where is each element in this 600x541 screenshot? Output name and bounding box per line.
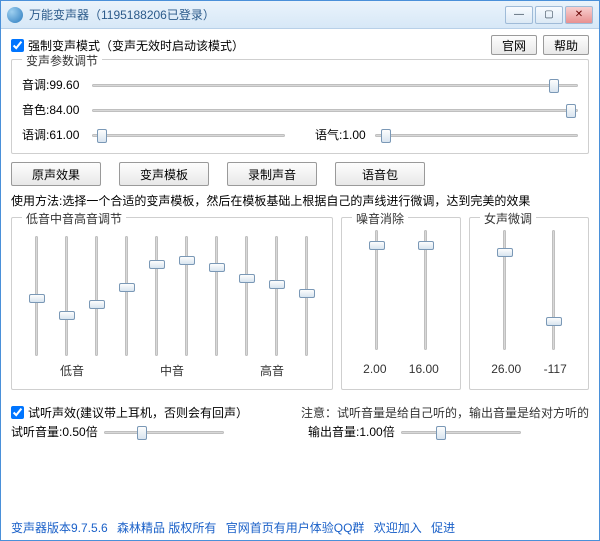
eq-group: 低音中音高音调节 低音 中音 高音 xyxy=(11,217,333,390)
close-button[interactable]: ✕ xyxy=(565,6,593,24)
eq-slider-10[interactable] xyxy=(295,236,319,356)
noise-title: 噪音消除 xyxy=(352,210,408,227)
action-buttons: 原声效果 变声模板 录制声音 语音包 xyxy=(11,162,589,186)
titlebar[interactable]: 万能变声器（1195188206已登录） — ▢ ✕ xyxy=(1,1,599,29)
footer-version[interactable]: 变声器版本9.7.5.6 xyxy=(11,521,108,535)
footer-join[interactable]: 欢迎加入 xyxy=(374,521,422,535)
tone-label: 语调:61.00 xyxy=(22,126,92,143)
eq-sliders xyxy=(22,226,322,356)
eq-slider-8[interactable] xyxy=(235,236,259,356)
pitch-slider[interactable] xyxy=(92,77,578,93)
output-vol-slider[interactable] xyxy=(401,424,521,440)
noise-val-2: 16.00 xyxy=(409,362,439,376)
minimize-button[interactable]: — xyxy=(505,6,533,24)
female-val-1: 26.00 xyxy=(491,362,521,376)
voicepack-button[interactable]: 语音包 xyxy=(335,162,425,186)
footer-copyright[interactable]: 森林精品 版权所有 xyxy=(117,521,216,535)
force-mode-checkbox[interactable] xyxy=(11,39,24,52)
eq-low-label: 低音 xyxy=(22,362,122,379)
app-icon xyxy=(7,7,23,23)
listen-checkbox[interactable] xyxy=(11,406,24,419)
eq-title: 低音中音高音调节 xyxy=(22,210,126,227)
template-button[interactable]: 变声模板 xyxy=(119,162,209,186)
volume-note: 注意：试听音量是给自己听的，输出音量是给对方听的 xyxy=(301,404,589,421)
eq-slider-3[interactable] xyxy=(85,236,109,356)
noise-slider-1[interactable] xyxy=(365,230,389,350)
mood-label: 语气:1.00 xyxy=(315,126,375,143)
usage-text: 使用方法:选择一个合适的变声模板，然后在模板基础上根据自己的声线进行微调，达到完… xyxy=(11,192,589,209)
listen-checkbox-label: 试听声效(建议带上耳机，否则会有回声） xyxy=(28,404,248,421)
noise-group: 噪音消除 2.00 16.00 xyxy=(341,217,461,390)
eq-slider-4[interactable] xyxy=(115,236,139,356)
footer-links[interactable]: 变声器版本9.7.5.6 森林精品 版权所有 官网首页有用户体验QQ群 欢迎加入… xyxy=(11,519,589,536)
female-slider-1[interactable] xyxy=(493,230,517,350)
female-slider-2[interactable] xyxy=(542,230,566,350)
maximize-button[interactable]: ▢ xyxy=(535,6,563,24)
female-title: 女声微调 xyxy=(480,210,536,227)
pitch-label: 音调:99.60 xyxy=(22,76,92,93)
eq-mid-label: 中音 xyxy=(122,362,222,379)
eq-high-label: 高音 xyxy=(222,362,322,379)
eq-slider-7[interactable] xyxy=(205,236,229,356)
eq-slider-2[interactable] xyxy=(55,236,79,356)
tone-slider[interactable] xyxy=(92,127,285,143)
listen-vol-label: 试听音量:0.50倍 xyxy=(11,423,98,440)
eq-slider-1[interactable] xyxy=(25,236,49,356)
output-vol-label: 输出音量:1.00倍 xyxy=(308,423,395,440)
noise-val-1: 2.00 xyxy=(363,362,386,376)
window-title: 万能变声器（1195188206已登录） xyxy=(29,6,503,23)
help-button[interactable]: 帮助 xyxy=(543,35,589,55)
footer-qq[interactable]: 官网首页有用户体验QQ群 xyxy=(226,521,365,535)
site-button[interactable]: 官网 xyxy=(491,35,537,55)
app-window: 万能变声器（1195188206已登录） — ▢ ✕ 强制变声模式（变声无效时启… xyxy=(0,0,600,541)
mood-slider[interactable] xyxy=(375,127,578,143)
noise-slider-2[interactable] xyxy=(414,230,438,350)
eq-slider-5[interactable] xyxy=(145,236,169,356)
female-group: 女声微调 26.00 -117 xyxy=(469,217,589,390)
client-area: 强制变声模式（变声无效时启动该模式） 官网 帮助 变声参数调节 音调:99.60… xyxy=(1,29,599,444)
footer-more[interactable]: 促进 xyxy=(431,521,455,535)
timbre-slider[interactable] xyxy=(92,102,578,118)
voice-params-title: 变声参数调节 xyxy=(22,52,102,69)
record-button[interactable]: 录制声音 xyxy=(227,162,317,186)
force-mode-label: 强制变声模式（变声无效时启动该模式） xyxy=(28,37,244,54)
listen-vol-slider[interactable] xyxy=(104,424,224,440)
female-val-2: -117 xyxy=(544,362,567,376)
voice-params-group: 变声参数调节 音调:99.60 音色:84.00 语调:61.00 xyxy=(11,59,589,154)
eq-slider-6[interactable] xyxy=(175,236,199,356)
original-button[interactable]: 原声效果 xyxy=(11,162,101,186)
eq-slider-9[interactable] xyxy=(265,236,289,356)
timbre-label: 音色:84.00 xyxy=(22,101,92,118)
